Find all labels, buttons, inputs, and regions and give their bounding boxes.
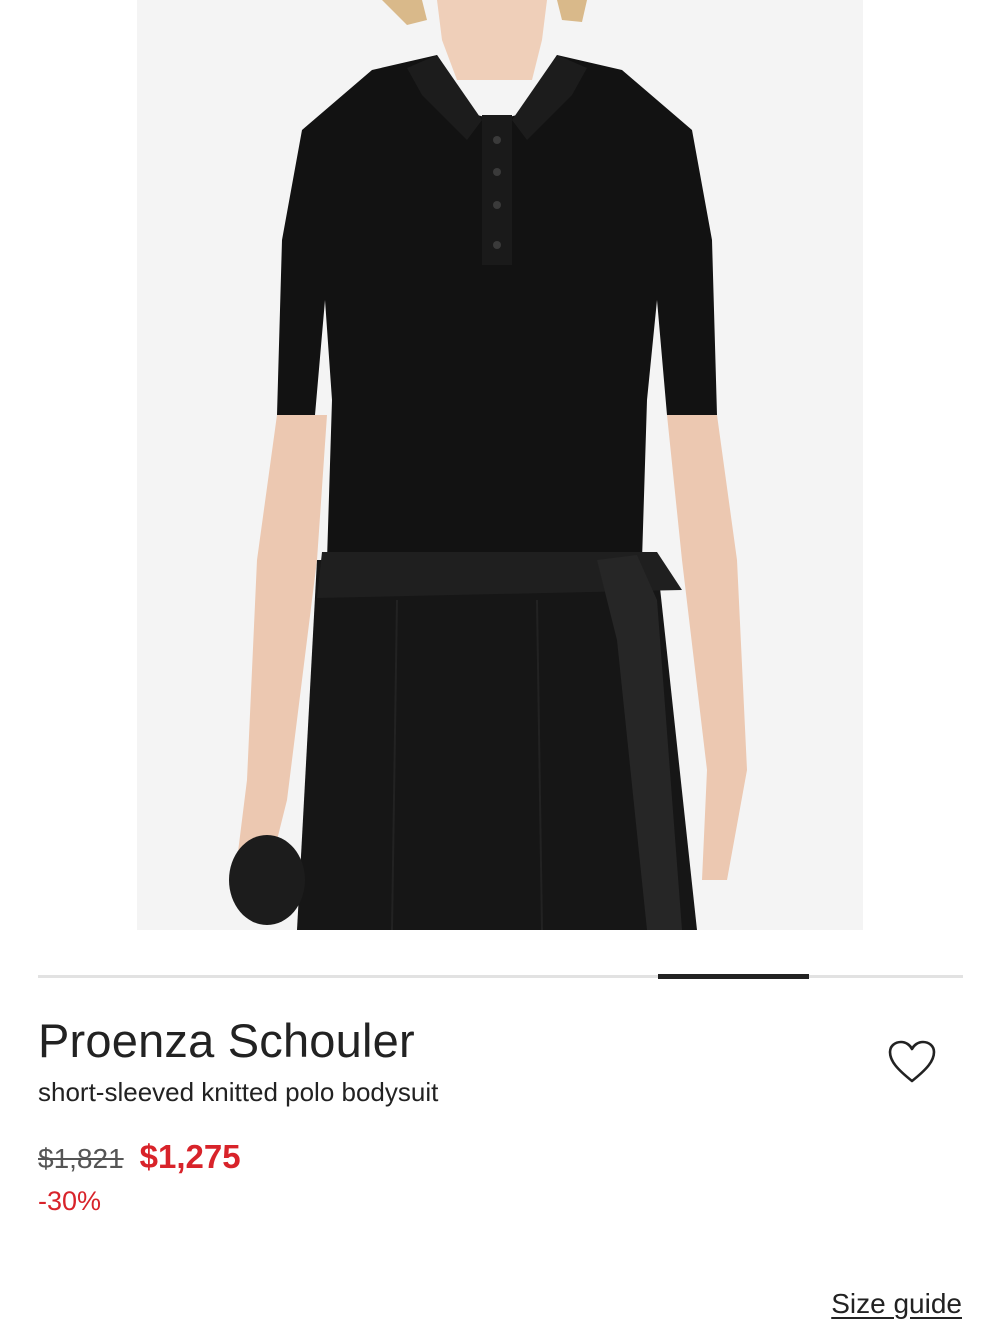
wishlist-button[interactable] [880,1030,944,1094]
brand-name[interactable]: Proenza Schouler [38,1012,415,1070]
discount-badge: -30% [38,1186,102,1216]
product-name: short-sleeved knitted polo bodysuit [38,1077,439,1107]
carousel-progress-indicator [657,974,809,979]
size-guide-link[interactable]: Size guide [831,1288,962,1320]
image-carousel-progress [38,974,963,979]
sale-price: $1,275 [139,1138,241,1175]
heart-outline-icon [888,1040,936,1083]
product-detail-page: Proenza Schouler short-sleeved knitted p… [0,0,1000,1333]
product-image[interactable] [137,0,863,930]
price-row: $1,821 $1,275 [38,1138,241,1176]
product-photo [137,0,863,930]
original-price: $1,821 [38,1143,124,1174]
